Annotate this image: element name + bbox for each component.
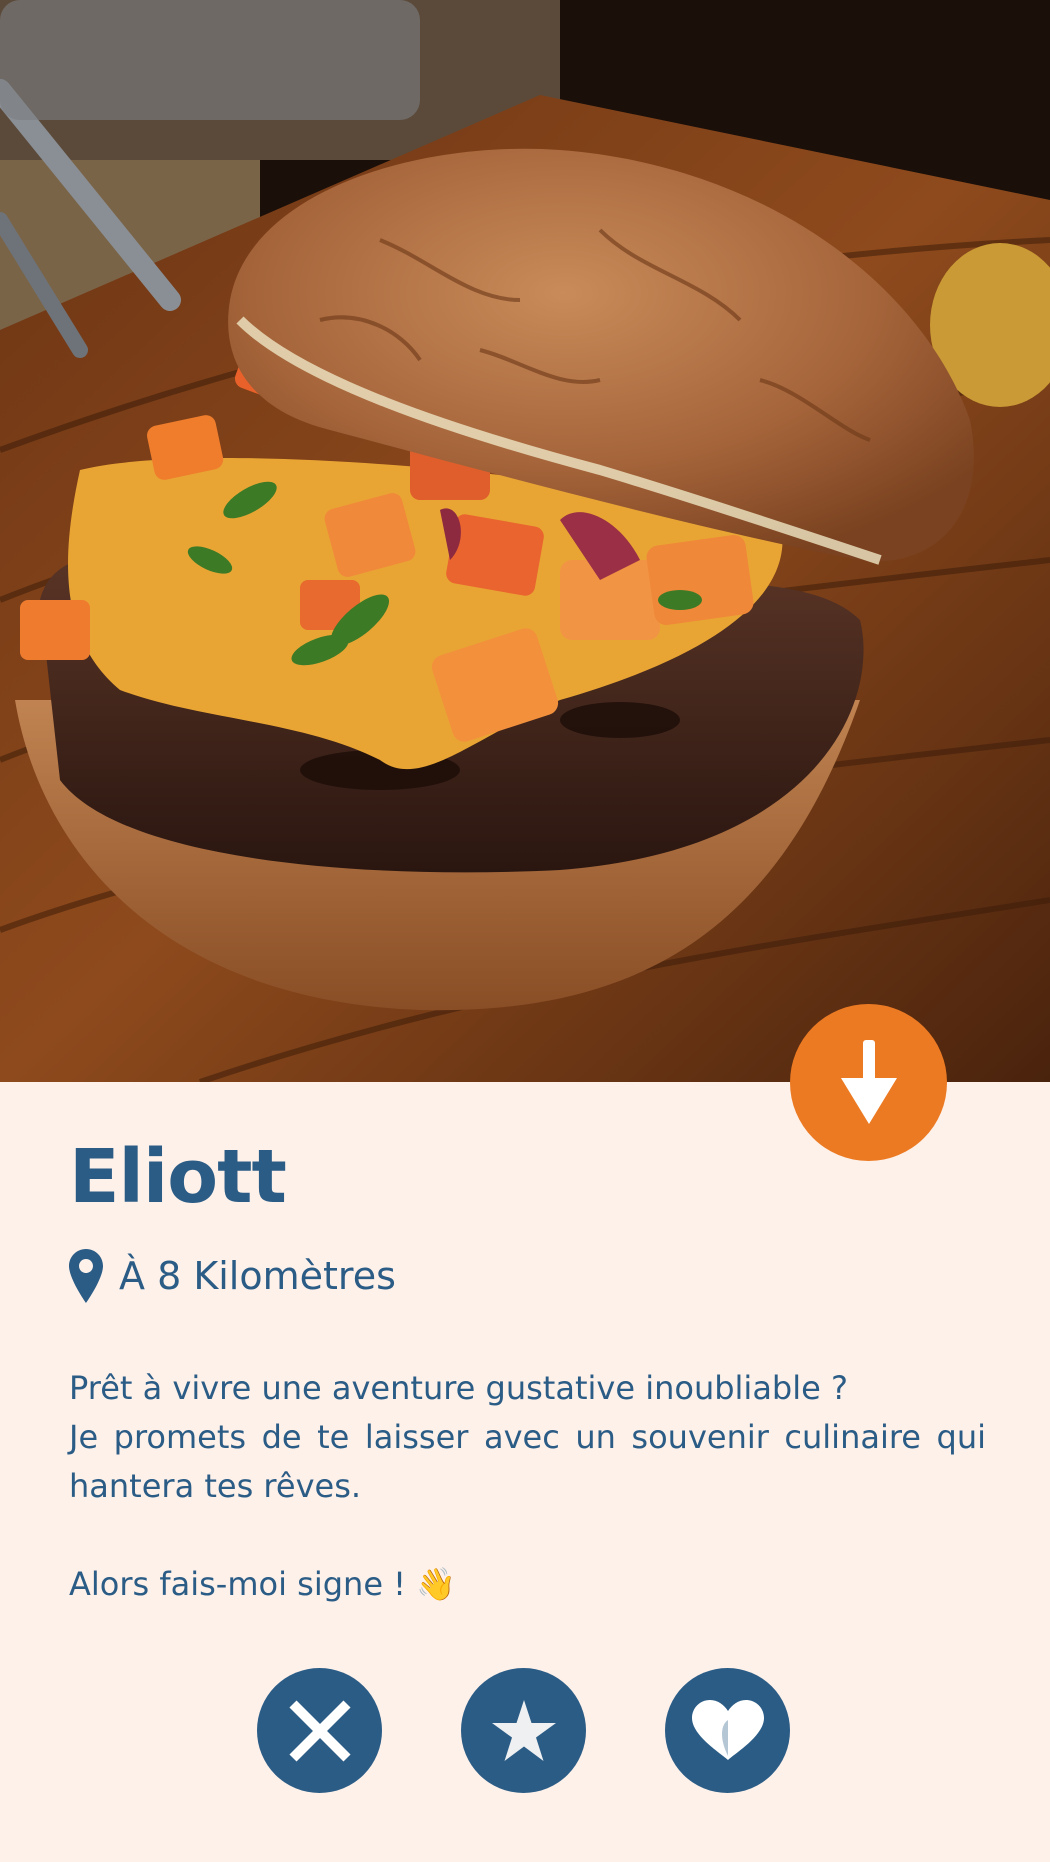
star-icon <box>491 1699 556 1761</box>
profile-name: Eliott <box>69 1134 287 1220</box>
profile-bio: Prêt à vivre une aventure gustative inou… <box>69 1364 986 1609</box>
close-icon <box>288 1699 351 1762</box>
bio-line: Prêt à vivre une aventure gustative inou… <box>69 1369 848 1407</box>
heart-icon <box>691 1699 764 1760</box>
burger-photo-illustration <box>0 0 1050 1082</box>
map-pin-icon <box>69 1249 103 1303</box>
superlike-button[interactable] <box>461 1668 586 1793</box>
bio-line: Je promets de te laisser avec un souveni… <box>69 1418 986 1505</box>
bio-line: Alors fais-moi signe ! 👋 <box>69 1565 457 1603</box>
profile-photo <box>0 0 1050 1082</box>
action-bar <box>257 1668 790 1793</box>
like-button[interactable] <box>665 1668 790 1793</box>
dislike-button[interactable] <box>257 1668 382 1793</box>
distance-row: À 8 Kilomètres <box>69 1248 986 1304</box>
profile-info: Eliott À 8 Kilomètres Prêt à vivre une a… <box>69 1082 986 1609</box>
distance-label: À 8 Kilomètres <box>119 1254 396 1298</box>
